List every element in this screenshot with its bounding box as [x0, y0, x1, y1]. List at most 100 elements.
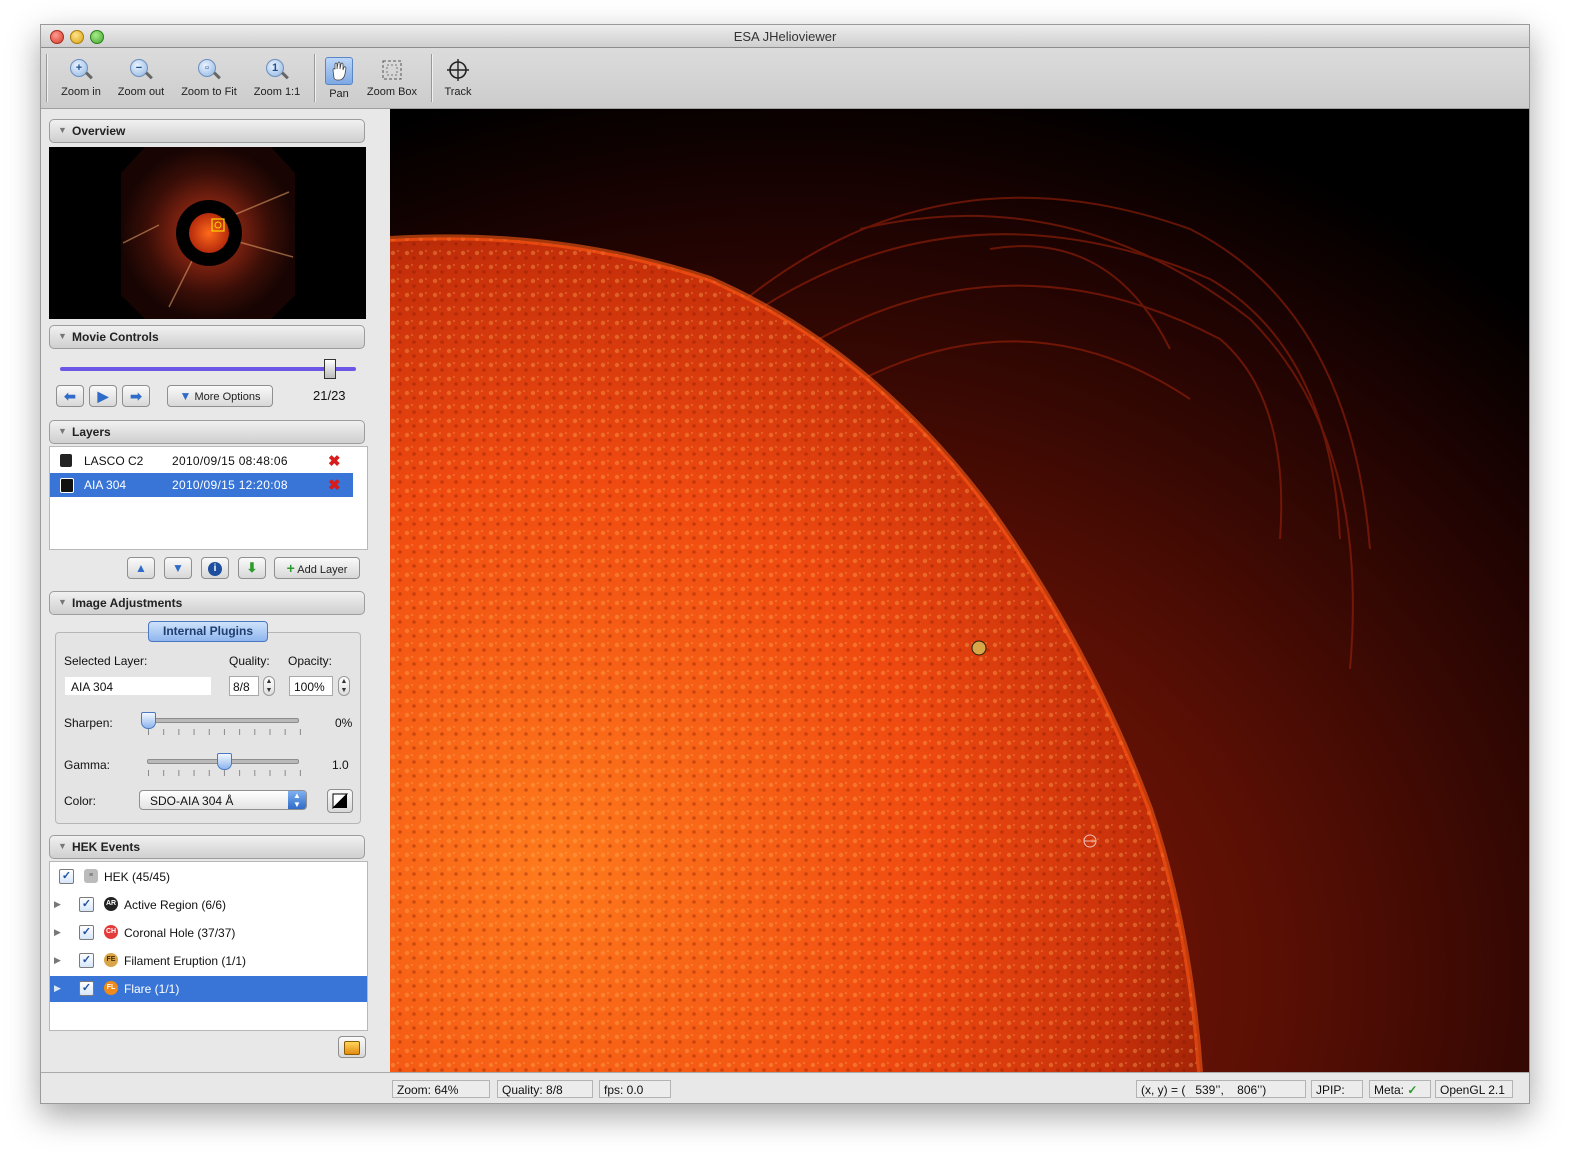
add-layer-button[interactable]: + Add Layer: [274, 557, 360, 579]
toolbar-separator: [46, 54, 47, 102]
move-layer-down-button[interactable]: ▼: [164, 557, 192, 579]
zoom-out-icon: −: [128, 57, 154, 83]
pan-button[interactable]: Pan: [323, 52, 355, 106]
solar-image-viewer[interactable]: [390, 109, 1529, 1072]
zoom-status: Zoom: 64%: [392, 1080, 490, 1098]
gamma-value: 1.0: [332, 758, 349, 772]
opengl-status: OpenGL 2.1: [1435, 1080, 1513, 1098]
movie-timeline-handle[interactable]: [324, 359, 336, 379]
zoom-box-icon: [379, 57, 405, 83]
sharpen-slider-knob[interactable]: [141, 712, 156, 729]
color-table-select[interactable]: SDO-AIA 304 Å ▲ ▼: [139, 790, 307, 810]
info-icon: i: [208, 562, 222, 576]
layer-info-button[interactable]: i: [201, 557, 229, 579]
hek-event-row[interactable]: ▶ ✓ AR Active Region (6/6): [50, 892, 367, 918]
fps-status: fps: 0.0: [599, 1080, 671, 1098]
toolbar-separator: [314, 54, 315, 102]
overview-section-header[interactable]: ▼ Overview: [49, 119, 365, 143]
hek-event-row[interactable]: ▶ ✓ FE Filament Eruption (1/1): [50, 948, 367, 974]
invert-icon: [332, 793, 349, 810]
zoom-1-1-icon: 1: [264, 57, 290, 83]
hek-root-checkbox[interactable]: ✓: [59, 869, 74, 884]
opacity-stepper[interactable]: ▲ ▼: [338, 676, 350, 696]
coronal-hole-icon: CH: [104, 925, 118, 939]
more-options-button[interactable]: ▼ More Options: [167, 385, 273, 407]
next-frame-button[interactable]: ➡: [122, 385, 150, 407]
app-window: ESA JHelioviewer + Zoom in − Zoom out ▫ …: [40, 24, 1530, 1104]
title-bar: ESA JHelioviewer: [41, 25, 1529, 48]
status-bar: Zoom: 64% Quality: 8/8 fps: 0.0 (x, y) =…: [41, 1072, 1529, 1103]
event-checkbox[interactable]: ✓: [79, 981, 94, 996]
active-region-icon: AR: [104, 897, 118, 911]
arrow-left-icon: ⬅: [64, 388, 76, 404]
image-adjustments-section-header[interactable]: ▼ Image Adjustments: [49, 591, 365, 615]
remove-layer-icon[interactable]: ✖: [328, 452, 341, 470]
flare-icon: FL: [104, 981, 118, 995]
overview-image[interactable]: [49, 147, 366, 319]
hand-icon: [325, 57, 353, 85]
quality-field[interactable]: 8/8: [229, 676, 259, 696]
disclosure-triangle-icon[interactable]: ▶: [54, 927, 61, 938]
remove-layer-icon[interactable]: ✖: [328, 476, 341, 494]
event-checkbox[interactable]: ✓: [79, 925, 94, 940]
jpip-status: JPIP:: [1311, 1080, 1363, 1098]
event-checkbox[interactable]: ✓: [79, 953, 94, 968]
plus-icon: +: [286, 560, 295, 576]
download-layer-button[interactable]: ⬇: [238, 557, 266, 579]
hek-events-tree: ✓ ≡ HEK (45/45) ▶ ✓ AR Active Region (6/…: [49, 861, 368, 1031]
tab-internal-plugins[interactable]: Internal Plugins: [148, 621, 268, 642]
zoom-out-button[interactable]: − Zoom out: [113, 52, 169, 106]
triangle-up-icon: ▲: [135, 561, 147, 575]
opacity-field[interactable]: 100%: [289, 676, 333, 696]
refresh-events-button[interactable]: [338, 1036, 366, 1058]
zoom-to-fit-button[interactable]: ▫ Zoom to Fit: [175, 52, 243, 106]
quality-status: Quality: 8/8: [497, 1080, 593, 1098]
sharpen-label: Sharpen:: [64, 716, 113, 730]
gamma-slider-knob[interactable]: [217, 753, 232, 770]
hek-root-row[interactable]: ✓ ≡ HEK (45/45): [50, 864, 367, 890]
color-label: Color:: [64, 794, 97, 808]
zoom-in-button[interactable]: + Zoom in: [55, 52, 107, 106]
disclosure-triangle-icon[interactable]: ▶: [54, 955, 61, 966]
collapse-icon: ▼: [58, 841, 67, 851]
movie-timeline-slider[interactable]: [60, 367, 356, 371]
invert-color-button[interactable]: [327, 789, 353, 813]
disclosure-triangle-icon[interactable]: ▶: [54, 983, 61, 994]
quality-stepper[interactable]: ▲ ▼: [263, 676, 275, 696]
sharpen-value: 0%: [335, 716, 353, 730]
download-icon: ⬇: [246, 560, 258, 575]
play-button[interactable]: ▶: [89, 385, 117, 407]
collapse-icon: ▼: [58, 125, 67, 135]
hek-event-row-selected[interactable]: ▶ ✓ FL Flare (1/1): [50, 976, 367, 1002]
zoom-fit-icon: ▫: [196, 57, 222, 83]
zoom-1-1-button[interactable]: 1 Zoom 1:1: [249, 52, 305, 106]
disclosure-triangle-icon[interactable]: ▶: [54, 899, 61, 910]
movie-controls-section-header[interactable]: ▼ Movie Controls: [49, 325, 365, 349]
hek-events-section-header[interactable]: ▼ HEK Events: [49, 835, 365, 859]
window-title: ESA JHelioviewer: [733, 29, 837, 44]
previous-frame-button[interactable]: ⬅: [56, 385, 84, 407]
layer-row[interactable]: LASCO C2 2010/09/15 08:48:06 ✖: [50, 449, 353, 473]
sharpen-ticks: [148, 729, 302, 735]
layer-row-selected[interactable]: AIA 304 2010/09/15 12:20:08 ✖: [50, 473, 353, 497]
checkmark-icon: ✓: [1407, 1083, 1418, 1097]
collapse-icon: ▼: [58, 426, 67, 436]
hek-event-row[interactable]: ▶ ✓ CH Coronal Hole (37/37): [50, 920, 367, 946]
zoom-box-button[interactable]: Zoom Box: [361, 52, 423, 106]
toolbar-separator: [431, 54, 432, 102]
arrow-right-icon: ➡: [130, 388, 142, 404]
crosshair-icon: [445, 57, 471, 83]
refresh-icon: [344, 1041, 360, 1055]
filament-eruption-marker[interactable]: [971, 640, 987, 656]
layers-section-header[interactable]: ▼ Layers: [49, 420, 365, 444]
zoom-in-icon: +: [68, 57, 94, 83]
meta-status: Meta: ✓: [1369, 1080, 1431, 1098]
move-layer-up-button[interactable]: ▲: [127, 557, 155, 579]
quality-label: Quality:: [229, 654, 270, 668]
frame-counter: 21/23: [313, 388, 346, 403]
track-button[interactable]: Track: [439, 52, 477, 106]
gamma-label: Gamma:: [64, 758, 111, 772]
event-checkbox[interactable]: ✓: [79, 897, 94, 912]
sharpen-slider[interactable]: [147, 718, 299, 723]
toolbar: + Zoom in − Zoom out ▫ Zoom to Fit 1 Zoo…: [41, 48, 1529, 109]
